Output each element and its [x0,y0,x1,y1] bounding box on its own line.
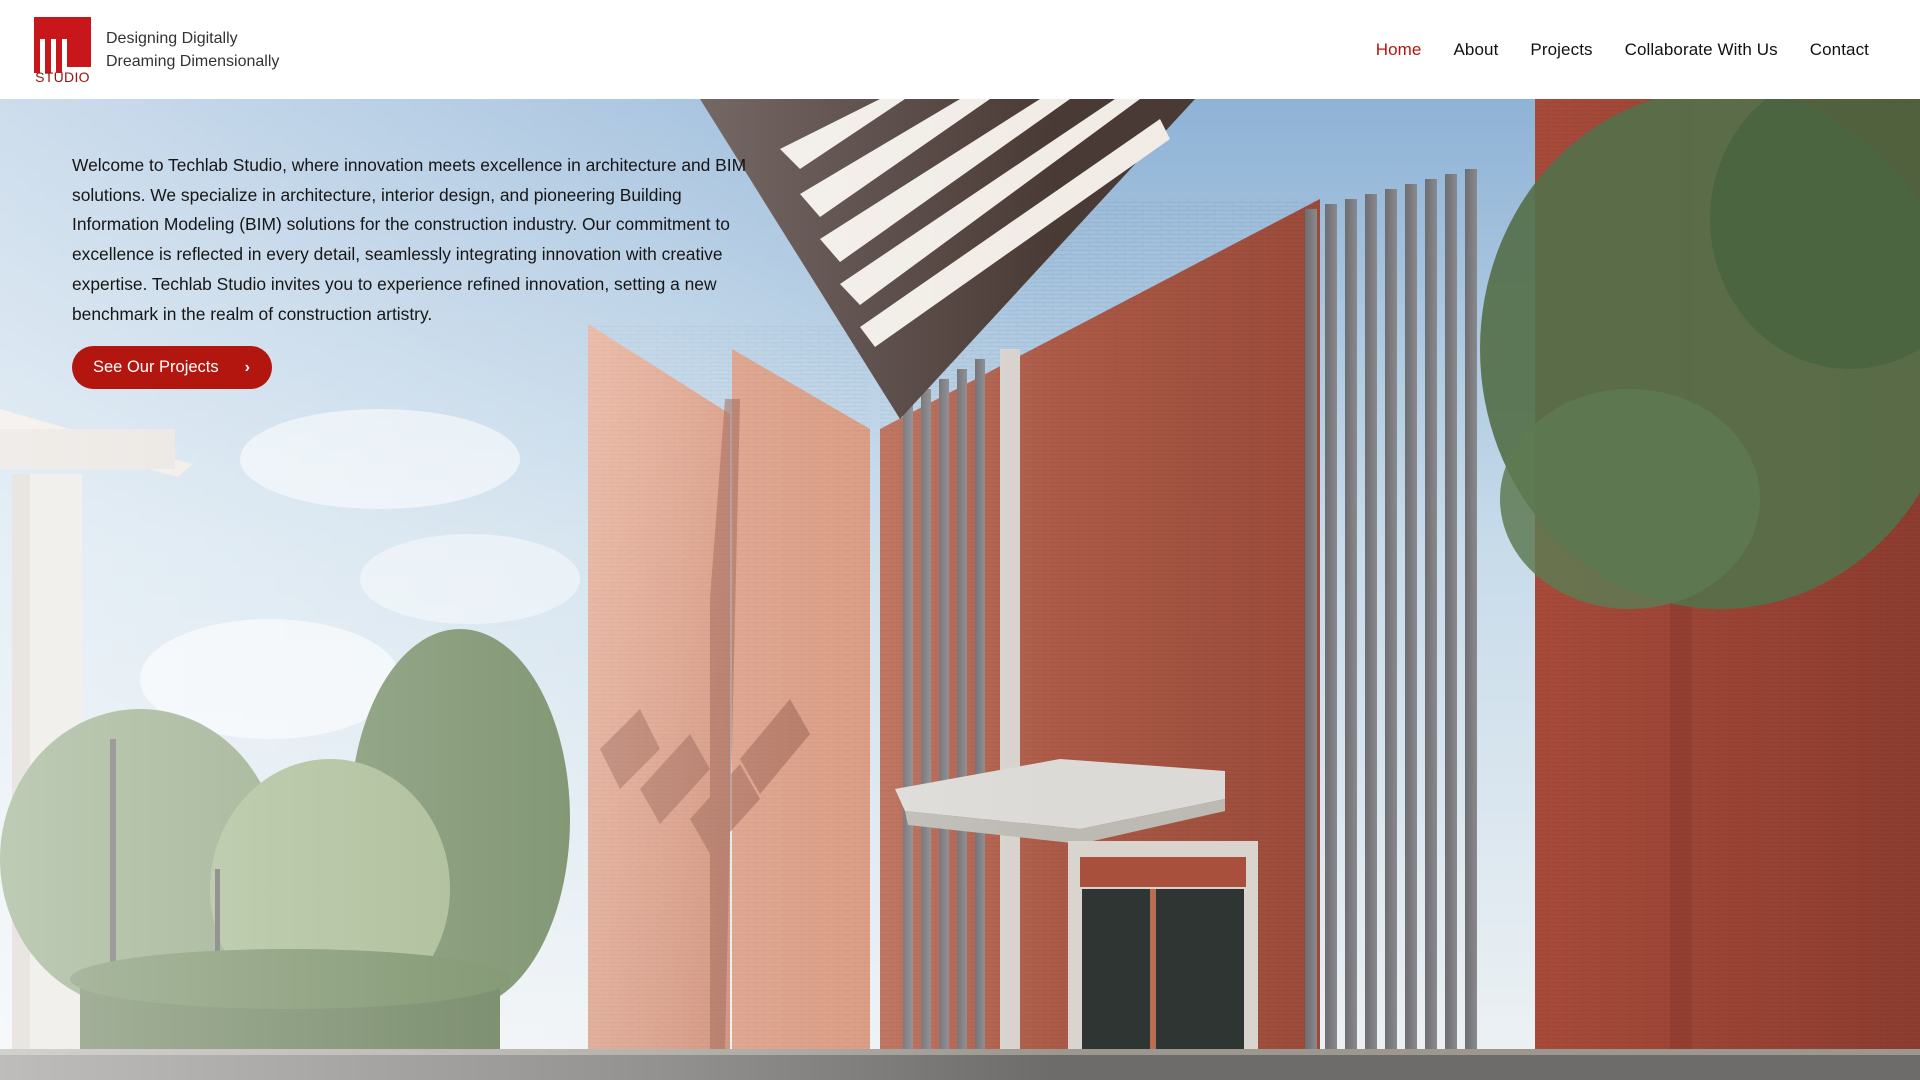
nav-item-contact[interactable]: Contact [1810,40,1869,60]
nav-item-projects[interactable]: Projects [1530,40,1592,60]
site-header: STUDIO Designing Digitally Dreaming Dime… [0,0,1920,99]
nav-item-home[interactable]: Home [1376,40,1422,60]
tagline: Designing Digitally Dreaming Dimensional… [106,27,279,73]
cta-label: See Our Projects [93,358,219,377]
main-nav: Home About Projects Collaborate With Us … [1376,40,1869,60]
techlab-studio-logo[interactable]: STUDIO [34,16,91,85]
chevron-right-icon: › [244,358,250,376]
nav-item-collaborate[interactable]: Collaborate With Us [1625,40,1778,60]
logo-wordmark: STUDIO [35,68,90,85]
brand[interactable]: STUDIO Designing Digitally Dreaming Dime… [34,15,279,85]
see-our-projects-button[interactable]: See Our Projects › [72,346,272,390]
nav-item-about[interactable]: About [1453,40,1498,60]
tagline-line-2: Dreaming Dimensionally [106,52,280,70]
tagline-line-1: Designing Digitally [106,29,238,47]
hero-content: Welcome to Techlab Studio, where innovat… [72,151,762,390]
hero-section: Welcome to Techlab Studio, where innovat… [0,99,1920,1080]
hero-intro-text: Welcome to Techlab Studio, where innovat… [72,155,747,324]
